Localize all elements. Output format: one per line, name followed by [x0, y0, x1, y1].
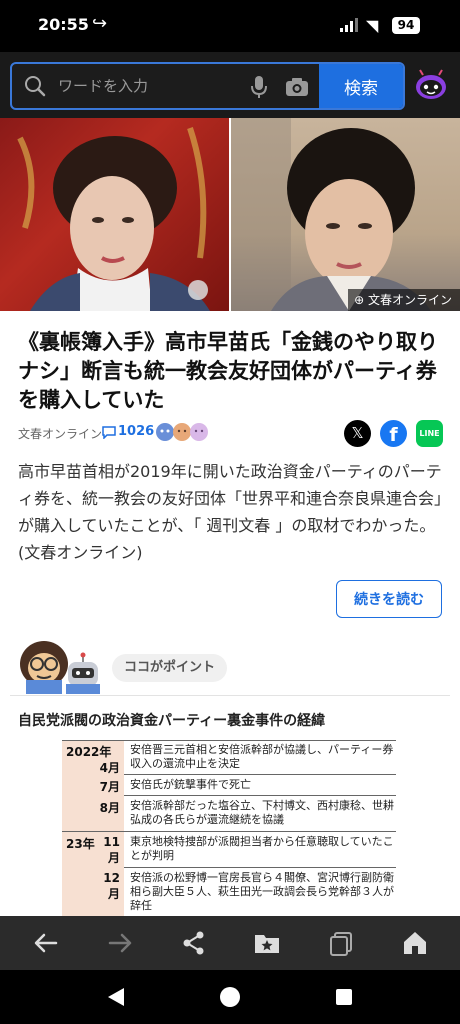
share-line-icon[interactable]: LINE	[416, 420, 443, 447]
status-bar: 20:55 ↪ ◥ 94	[0, 0, 460, 52]
nav-home-icon[interactable]	[220, 987, 240, 1007]
article-title: 《裏帳簿入手》高市早苗氏「金銭のやり取りナシ」断言も統一教会友好団体がパーティ券…	[18, 330, 438, 412]
search-header: 検索	[0, 52, 460, 118]
browser-toolbar	[0, 916, 460, 970]
photo-woman-right	[231, 118, 460, 311]
camera-icon[interactable]	[284, 76, 310, 98]
timeline-month: 8月	[99, 801, 120, 815]
bookmark-folder-icon[interactable]	[253, 929, 281, 957]
comment-icon[interactable]	[102, 426, 116, 439]
timeline-year: 2022年	[66, 745, 112, 759]
mascot-icon[interactable]	[414, 69, 448, 101]
timeline-month: 7月	[99, 780, 120, 794]
nav-back-icon[interactable]	[106, 987, 126, 1007]
photo-credit-text: 文春オンライン	[367, 293, 452, 307]
point-label: ココがポイント	[112, 654, 228, 682]
hero-image[interactable]: ⊕ 文春オンライン	[0, 118, 460, 311]
system-nav-bar	[0, 970, 460, 1024]
zoom-icon: ⊕	[354, 293, 365, 307]
share-facebook-icon[interactable]: f	[380, 420, 407, 447]
point-mascot-characters	[20, 641, 100, 694]
timeline-rule	[62, 740, 396, 741]
timeline-rule	[124, 795, 396, 796]
signal-icon	[340, 18, 358, 32]
reaction-faces-icon[interactable]	[155, 421, 211, 443]
tabs-icon[interactable]	[327, 929, 355, 957]
article-source[interactable]: 文春オンライン	[18, 425, 102, 442]
forward-arrow-icon[interactable]	[106, 929, 134, 957]
article-summary: 高市早苗首相が2019年に開いた政治資金パーティのパーティ券を、統一教会の友好団…	[18, 462, 443, 562]
timeline-text: 東京地検特捜部が派閥担当者から任意聴取していたことが判明	[130, 835, 394, 862]
article-meta: 文春オンライン 1026 𝕏 f LINE	[18, 420, 448, 447]
timeline-text: 安倍氏が銃撃事件で死亡	[130, 778, 251, 791]
search-box: 検索	[10, 62, 405, 110]
timeline-title: 自民党派閥の政治資金パーティー裏金事件の経緯	[18, 713, 326, 729]
timeline-text: 安倍晋三元首相と安倍派幹部が協議し、パーティー券収入の還流中止を決定	[130, 743, 394, 770]
timeline-month: 4月	[99, 761, 120, 775]
back-arrow-icon[interactable]	[32, 929, 60, 957]
microphone-icon[interactable]	[248, 74, 270, 100]
comment-count[interactable]: 1026	[118, 424, 154, 439]
home-icon[interactable]	[401, 929, 429, 957]
timeline-rule	[124, 867, 396, 868]
photo-woman-left	[0, 118, 229, 311]
nav-recent-apps-icon[interactable]	[336, 989, 352, 1005]
share-icon[interactable]	[180, 929, 208, 957]
timeline-year: 23年	[66, 837, 95, 851]
search-button[interactable]: 検索	[319, 64, 403, 108]
search-icon	[25, 76, 46, 97]
section-divider	[10, 695, 450, 696]
timeline-text: 安倍派幹部だった塩谷立、下村博文、西村康稔、世耕弘成の各氏らが還流継続を協議	[130, 799, 394, 826]
photo-credit: ⊕ 文春オンライン	[348, 289, 460, 311]
timeline-table: 2022年 4月 安倍晋三元首相と安倍派幹部が協議し、パーティー券収入の還流中止…	[62, 740, 396, 916]
timeline-month: 11月	[103, 835, 120, 865]
wifi-icon: ◥	[366, 16, 379, 35]
share-x-icon[interactable]: 𝕏	[344, 420, 371, 447]
search-input[interactable]	[58, 64, 248, 108]
timeline-rule	[62, 831, 396, 832]
status-time: 20:55	[38, 15, 89, 34]
battery-indicator: 94	[392, 17, 420, 34]
timeline-rule	[124, 774, 396, 775]
forward-arrow-icon: ↪	[92, 13, 108, 34]
read-more-button[interactable]: 続きを読む	[336, 580, 442, 618]
timeline-month: 12月	[103, 871, 120, 901]
timeline-text: 安倍派の松野博一官房長官ら４閣僚、宮沢博行副防衛相ら副大臣５人、萩生田光一政調会…	[130, 871, 394, 912]
